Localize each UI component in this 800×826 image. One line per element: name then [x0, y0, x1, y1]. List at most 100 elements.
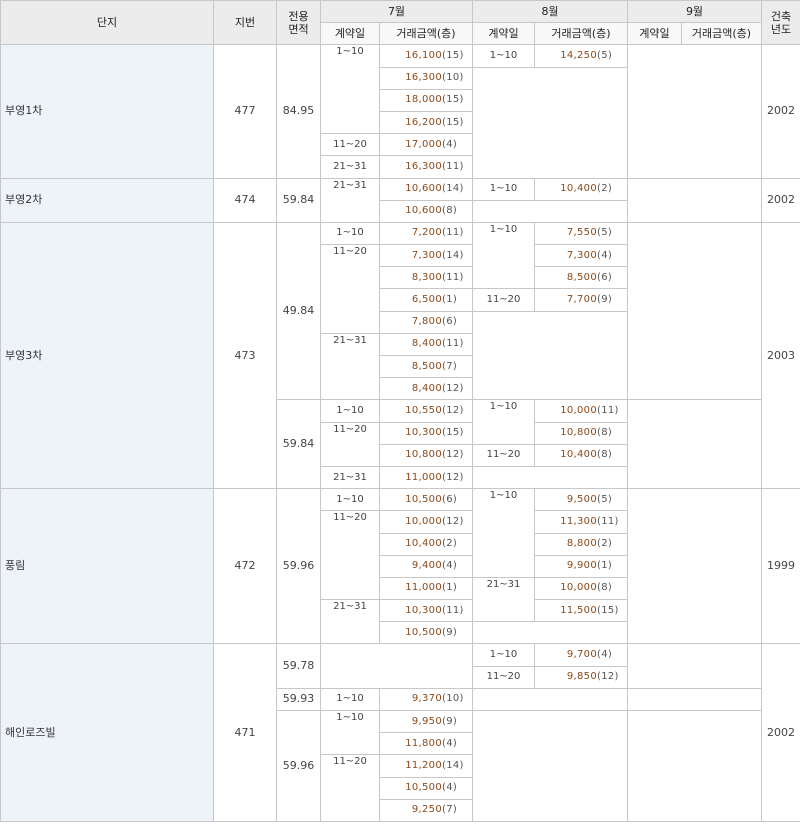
floor-value: (6) [597, 271, 613, 283]
floor-value: (11) [597, 515, 619, 527]
price-value: 9,950 [411, 715, 442, 727]
floor-value: (2) [442, 538, 458, 550]
price-value: 9,700 [566, 649, 597, 661]
floor-value: (12) [442, 449, 464, 461]
amount-cell: 7,300(14) [379, 244, 473, 268]
amount-cell: 10,800(8) [534, 421, 628, 445]
year-cell: 2002 [761, 177, 800, 223]
transaction-table: 단지 지번 전용 면적 7월 8월 9월 건축 년도 계약일 거래금액(층) 계… [0, 0, 800, 822]
complex-name: 부영2차 [0, 177, 214, 223]
amount-cell: 10,000(11) [534, 399, 628, 423]
price-value: 10,000 [560, 582, 597, 594]
price-value: 10,000 [405, 515, 442, 527]
table-row: 부영1차 477 84.95 1~10 16,100(15) 1~10 14,2… [0, 44, 800, 179]
area-cell: 59.84 [276, 399, 321, 490]
contract-day-cell: 21~31 [320, 332, 380, 401]
floor-value: (15) [442, 116, 464, 128]
area-cell: 49.84 [276, 221, 321, 401]
price-value: 10,400 [560, 183, 597, 195]
price-value: 10,300 [405, 427, 442, 439]
contract-day-cell: 1~10 [472, 177, 535, 201]
amount-cell: 11,500(15) [534, 599, 628, 623]
header-year: 건축 년도 [761, 0, 800, 46]
contract-day-cell: 1~10 [472, 44, 535, 68]
empty-cell [472, 687, 628, 712]
amount-cell: 7,550(5) [534, 221, 628, 246]
floor-value: (6) [442, 493, 458, 505]
price-value: 9,370 [411, 693, 442, 705]
complex-name: 풍림 [0, 488, 214, 645]
price-value: 10,550 [405, 404, 442, 416]
header-contract-day-9: 계약일 [627, 22, 682, 46]
floor-value: (11) [442, 604, 464, 616]
amount-cell: 7,300(4) [534, 244, 628, 268]
empty-cell [472, 199, 628, 223]
amount-cell: 7,200(11) [379, 221, 473, 246]
price-value: 8,300 [411, 271, 442, 283]
contract-day-cell: 1~10 [320, 488, 380, 512]
empty-cell [627, 643, 762, 689]
contract-day-cell: 1~10 [472, 488, 535, 578]
price-value: 8,400 [411, 338, 442, 350]
header-danji: 단지 [0, 0, 214, 46]
price-value: 8,500 [566, 271, 597, 283]
amount-cell: 10,500(6) [379, 488, 473, 512]
empty-cell [472, 310, 628, 401]
amount-cell: 9,370(10) [379, 687, 473, 712]
amount-cell: 10,300(15) [379, 421, 473, 445]
jibeon-cell: 473 [213, 221, 277, 490]
amount-cell: 10,500(4) [379, 776, 473, 800]
price-value: 10,500 [405, 493, 442, 505]
year-cell: 1999 [761, 488, 800, 645]
table-row: 해인로즈빌 471 59.78 1~10 9,700(4) 2002 [0, 643, 800, 822]
floor-value: (1) [442, 582, 458, 594]
header-jibeon: 지번 [213, 0, 277, 46]
contract-day-cell: 11~20 [320, 754, 380, 822]
amount-cell: 16,300(11) [379, 155, 473, 179]
price-value: 8,500 [411, 360, 442, 372]
price-value: 10,600 [405, 205, 442, 217]
amount-cell: 8,800(2) [534, 532, 628, 556]
contract-day-cell: 11~20 [320, 133, 380, 157]
contract-day-cell: 1~10 [320, 221, 380, 246]
floor-value: (10) [442, 693, 464, 705]
price-value: 8,400 [411, 382, 442, 394]
price-value: 14,250 [560, 49, 597, 61]
contract-day-cell: 1~10 [320, 687, 380, 712]
header-amount-9: 거래금액(층) [681, 22, 762, 46]
header-month-9: 9월 [627, 0, 762, 24]
contract-day-cell: 11~20 [320, 510, 380, 601]
contract-day-cell: 1~10 [320, 44, 380, 135]
price-value: 7,300 [566, 249, 597, 261]
price-value: 7,300 [411, 249, 442, 261]
floor-value: (12) [442, 471, 464, 483]
floor-value: (2) [597, 538, 613, 550]
contract-day-cell: 11~20 [320, 421, 380, 467]
amount-cell: 10,300(11) [379, 599, 473, 623]
empty-cell [627, 710, 762, 822]
amount-cell: 9,400(4) [379, 554, 473, 578]
floor-value: (11) [597, 404, 619, 416]
contract-day-cell: 11~20 [320, 244, 380, 334]
price-value: 8,800 [566, 538, 597, 550]
area-cell: 59.84 [276, 177, 321, 223]
price-value: 10,500 [405, 782, 442, 794]
amount-cell: 11,800(4) [379, 732, 473, 756]
price-value: 17,000 [405, 138, 442, 150]
contract-day-cell: 1~10 [472, 399, 535, 445]
floor-value: (7) [442, 804, 458, 816]
empty-cell [472, 465, 628, 490]
amount-cell: 16,300(10) [379, 66, 473, 90]
area-cell: 59.78 [276, 643, 321, 689]
price-value: 10,600 [405, 183, 442, 195]
amount-cell: 11,300(11) [534, 510, 628, 534]
table-row: 부영3차 473 49.84 1~10 7,200(11) 1~10 7,550… [0, 221, 800, 490]
contract-day-cell: 21~31 [320, 599, 380, 645]
amount-cell: 8,300(11) [379, 266, 473, 290]
empty-cell [627, 221, 762, 401]
floor-value: (9) [442, 715, 458, 727]
header-area: 전용 면적 [276, 0, 321, 46]
amount-cell: 8,500(7) [379, 354, 473, 379]
floor-value: (14) [442, 249, 464, 261]
header-amount-7: 거래금액(층) [379, 22, 473, 46]
